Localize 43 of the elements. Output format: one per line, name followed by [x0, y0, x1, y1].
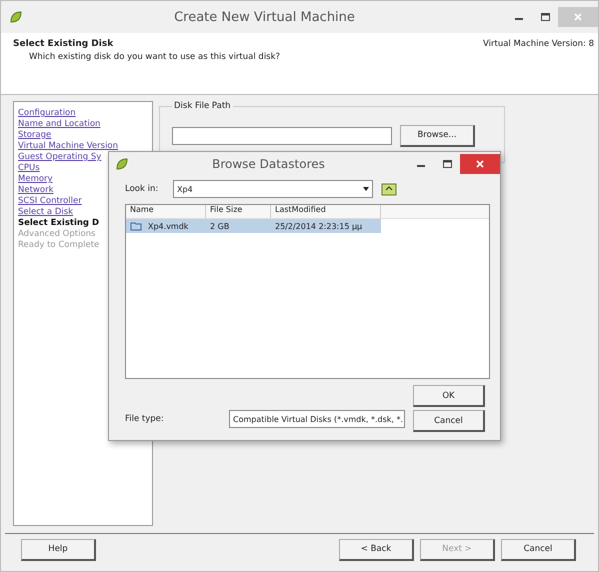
footer-button[interactable]: < Back — [339, 538, 414, 560]
page-title: Select Existing Disk — [13, 39, 114, 49]
table-cell: 2 GB — [210, 222, 230, 230]
cancel-button[interactable]: Cancel — [413, 410, 485, 432]
step-link[interactable]: Select a Disk — [18, 207, 74, 217]
step-link[interactable]: SCSI Controller — [18, 196, 82, 206]
dropdown-arrow-icon[interactable] — [362, 185, 370, 193]
look-in-dropdown[interactable]: Xp4 — [173, 180, 373, 198]
folder-up-icon[interactable] — [381, 182, 397, 196]
disk-path-field[interactable] — [172, 126, 392, 144]
look-in-label: Look in: — [125, 184, 160, 194]
step-link[interactable]: Name and Location — [18, 119, 100, 129]
close-icon[interactable] — [476, 160, 484, 168]
app-icon — [9, 10, 23, 24]
group-legend: Disk File Path — [172, 101, 233, 111]
close-button[interactable] — [460, 154, 500, 174]
file-row[interactable]: Xp4.vmdk 2 GB 25/2/2014 2:23:15 μμ — [126, 219, 381, 233]
app-icon — [115, 157, 129, 171]
page-subtitle: Which existing disk do you want to use as this virtual disk? — [28, 52, 282, 62]
step-link[interactable]: Configuration — [18, 108, 76, 118]
footer-button[interactable]: Cancel — [501, 538, 576, 560]
folder-icon — [130, 221, 142, 231]
footer-button[interactable]: Help — [21, 538, 96, 560]
maximize-icon[interactable] — [442, 160, 452, 168]
table-cell: 25/2/2014 2:23:15 μμ — [275, 222, 362, 230]
file-type-label: File type: — [125, 414, 165, 424]
column-header[interactable]: File Size — [206, 205, 271, 218]
step-link[interactable]: Guest Operating Sy — [18, 152, 102, 162]
step-link[interactable]: CPUs — [18, 163, 40, 173]
table-cell: Xp4.vmdk — [148, 222, 188, 230]
column-header[interactable]: Name — [126, 205, 206, 218]
version-label: Virtual Machine Version: 8 — [483, 39, 594, 51]
ok-button[interactable]: OK — [413, 385, 485, 407]
dialog-title: Browse Datastores — [211, 157, 326, 171]
column-header[interactable]: LastModified — [271, 205, 381, 218]
window-title: Create New Virtual Machine — [173, 10, 356, 24]
step-link[interactable]: Memory — [18, 174, 53, 184]
browse-button[interactable]: Browse... — [400, 124, 475, 146]
step-link[interactable]: Network — [18, 185, 54, 195]
step-link[interactable]: Virtual Machine Version — [18, 141, 118, 151]
maximize-icon[interactable] — [540, 13, 550, 21]
step-link[interactable]: Storage — [18, 130, 52, 140]
file-type-dropdown[interactable]: Compatible Virtual Disks (*.vmdk, *.dsk, *. — [229, 410, 405, 428]
